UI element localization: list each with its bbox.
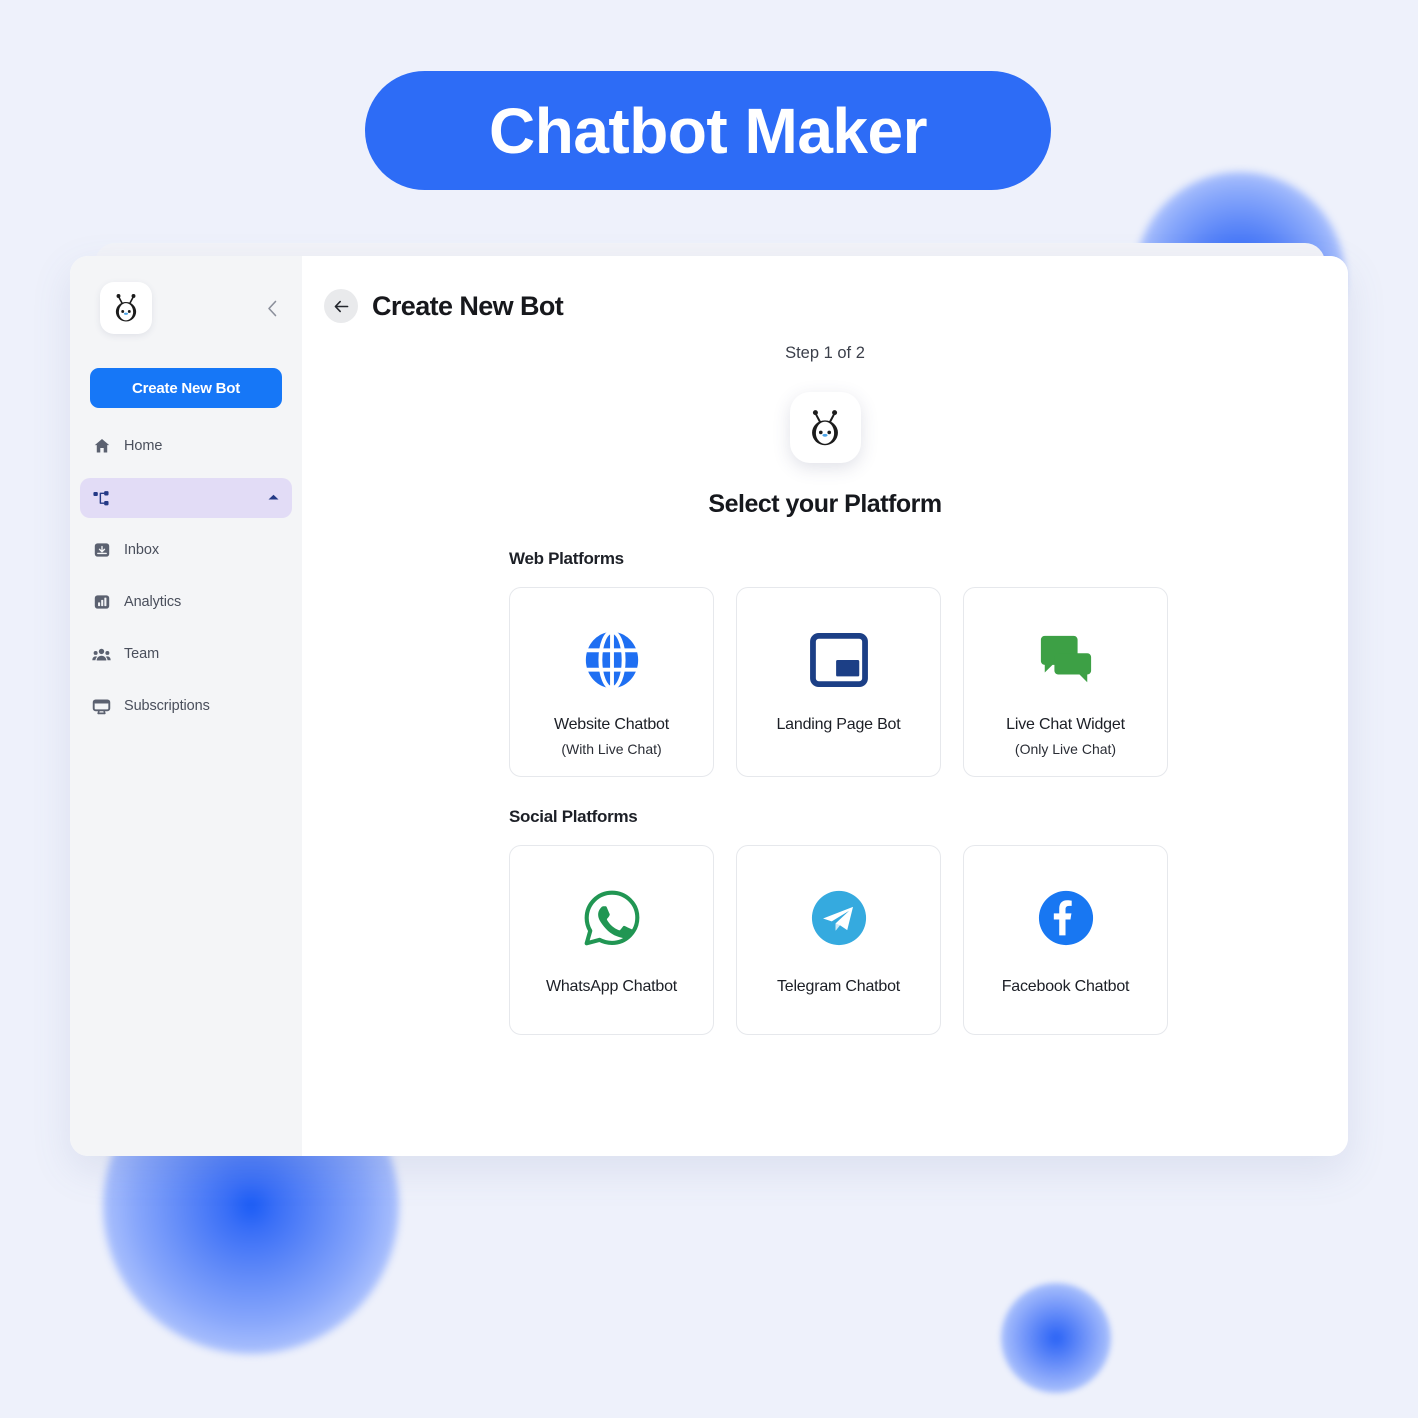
sidebar-item-analytics[interactable]: Analytics — [80, 582, 292, 622]
web-platform-cards: Website Chatbot (With Live Chat) Landing… — [509, 587, 1308, 777]
whatsapp-icon — [582, 884, 642, 952]
sidebar-collapse-button[interactable] — [262, 298, 282, 318]
sidebar-item-flows[interactable] — [80, 478, 292, 518]
platform-card-title: Facebook Chatbot — [1001, 978, 1130, 995]
bot-penguin-logo-icon — [812, 409, 838, 445]
social-platforms-section: Social Platforms WhatsApp Chatbot Telegr… — [302, 807, 1348, 1035]
globe-icon — [581, 626, 643, 694]
page-title: Create New Bot — [372, 290, 564, 321]
facebook-icon — [1037, 884, 1095, 952]
sidebar-item-label: Home — [124, 438, 163, 454]
platform-card-subtitle: (Only Live Chat) — [1014, 741, 1117, 757]
platform-card-title: Website Chatbot — [554, 716, 669, 733]
arrow-left-icon — [334, 300, 348, 312]
main-content: Create New Bot Step 1 of 2 Select your P… — [302, 256, 1348, 1156]
telegram-icon — [810, 884, 868, 952]
sidebar-nav: Home Inbox Analytics Team Subscriptions — [70, 426, 302, 726]
platform-card-facebook-chatbot[interactable]: Facebook Chatbot — [963, 845, 1168, 1035]
platform-card-title: Landing Page Bot — [776, 716, 901, 733]
sidebar-item-label: Inbox — [124, 542, 159, 558]
landing-page-icon — [809, 626, 868, 694]
sidebar-header — [70, 256, 302, 334]
page-root: Chatbot Maker Create New Bot Home Inbox … — [0, 0, 1418, 1418]
platform-card-title: Telegram Chatbot — [776, 978, 901, 995]
banner-title: Chatbot Maker — [489, 94, 928, 167]
platform-card-title: WhatsApp Chatbot — [545, 978, 678, 995]
step-indicator: Step 1 of 2 — [785, 344, 865, 362]
inbox-icon — [92, 541, 111, 560]
platform-card-whatsapp-chatbot[interactable]: WhatsApp Chatbot — [509, 845, 714, 1035]
home-icon — [92, 437, 111, 456]
platform-card-telegram-chatbot[interactable]: Telegram Chatbot — [736, 845, 941, 1035]
platform-card-landing-page-bot[interactable]: Landing Page Bot — [736, 587, 941, 777]
banner: Chatbot Maker — [365, 71, 1051, 190]
sidebar-item-team[interactable]: Team — [80, 634, 292, 674]
platform-card-live-chat-widget[interactable]: Live Chat Widget (Only Live Chat) — [963, 587, 1168, 777]
create-new-bot-button[interactable]: Create New Bot — [90, 368, 282, 408]
sidebar-item-home[interactable]: Home — [80, 426, 292, 466]
web-platforms-section: Web Platforms Website Chatbot (With Live… — [302, 549, 1348, 777]
team-people-icon — [92, 645, 111, 664]
back-button[interactable] — [324, 289, 358, 323]
decorative-blue-circle-small — [1001, 1283, 1111, 1393]
main-header: Create New Bot — [302, 256, 1348, 323]
chevron-up-icon — [267, 493, 280, 504]
chevron-left-icon — [267, 300, 276, 316]
web-platforms-label: Web Platforms — [509, 549, 624, 568]
flow-hierarchy-icon — [92, 489, 111, 508]
social-platforms-label: Social Platforms — [509, 807, 638, 826]
sidebar-item-subscriptions[interactable]: Subscriptions — [80, 686, 292, 726]
platform-card-title: Live Chat Widget — [1006, 716, 1125, 733]
sidebar-item-label: Subscriptions — [124, 698, 210, 714]
sidebar-item-label: Team — [124, 646, 160, 662]
app-window: Create New Bot Home Inbox Analytics Team… — [70, 256, 1348, 1156]
chat-bubbles-icon — [1037, 626, 1095, 694]
analytics-bar-chart-icon — [92, 593, 111, 612]
bot-penguin-logo-icon — [115, 294, 137, 322]
social-platform-cards: WhatsApp Chatbot Telegram Chatbot Facebo… — [509, 845, 1308, 1035]
monitor-icon — [92, 697, 111, 716]
sidebar-item-inbox[interactable]: Inbox — [80, 530, 292, 570]
brand-logo[interactable] — [100, 282, 152, 334]
select-platform-heading: Select your Platform — [708, 490, 942, 518]
sidebar: Create New Bot Home Inbox Analytics Team… — [70, 256, 302, 1156]
platform-card-website-chatbot[interactable]: Website Chatbot (With Live Chat) — [509, 587, 714, 777]
platform-card-subtitle: (With Live Chat) — [561, 741, 662, 757]
sidebar-item-label: Analytics — [124, 594, 182, 610]
bot-avatar-badge — [789, 392, 861, 463]
